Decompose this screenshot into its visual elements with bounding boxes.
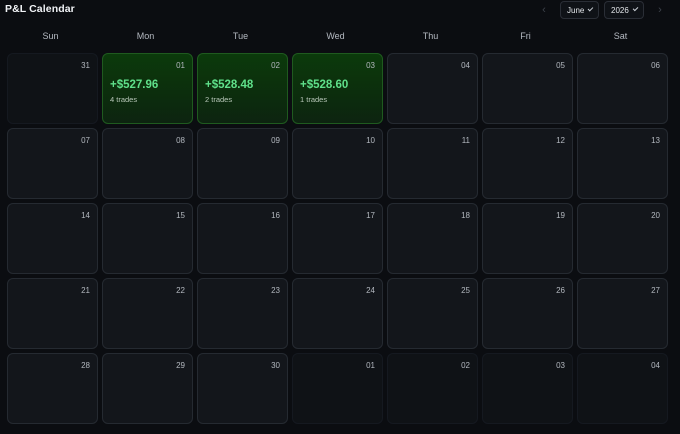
weekday-label: Fri [520,31,531,41]
calendar-day[interactable]: 04 [387,53,478,124]
calendar-day[interactable]: 18 [387,203,478,274]
calendar-day-outside-month[interactable]: 03 [482,353,573,424]
day-number: 14 [81,211,90,220]
year-select-value: 2026 [611,5,629,15]
day-number: 21 [81,286,90,295]
calendar-day[interactable]: 10 [292,128,383,199]
calendar-day[interactable]: 13 [577,128,668,199]
calendar-day[interactable]: 29 [102,353,193,424]
day-number: 16 [271,211,280,220]
day-number: 26 [556,286,565,295]
day-number: 12 [556,136,565,145]
daily-pnl-value: +$527.96 [110,79,159,91]
calendar-day[interactable]: 23 [197,278,288,349]
chevron-left-icon[interactable]: ‹ [537,3,551,17]
day-number: 25 [461,286,470,295]
calendar-day[interactable]: 11 [387,128,478,199]
day-number: 15 [176,211,185,220]
weekday-label: Sat [613,31,628,41]
day-number: 28 [81,361,90,370]
month-select-value: June [567,5,585,15]
day-number: 09 [271,136,280,145]
day-number: 01 [366,361,375,370]
day-number: 04 [651,361,660,370]
calendar-day[interactable]: 28 [7,353,98,424]
calendar-day-outside-month[interactable]: 04 [577,353,668,424]
calendar-day[interactable]: 25 [387,278,478,349]
calendar-day[interactable]: 08 [102,128,193,199]
day-number: 01 [176,61,185,70]
weekday-label: Wed [326,31,345,41]
calendar-grid: 31 01 +$527.96 4 trades 02 +$528.48 2 trades 03… [7,53,668,424]
calendar-day[interactable]: 07 [7,128,98,199]
daily-pnl-value: +$528.48 [205,79,254,91]
calendar-day[interactable]: 17 [292,203,383,274]
weekday-label: Tue [232,31,249,41]
day-number: 13 [651,136,660,145]
day-number: 29 [176,361,185,370]
calendar-day[interactable]: 12 [482,128,573,199]
day-number: 22 [176,286,185,295]
daily-pnl-value: +$528.60 [300,79,349,91]
calendar-day[interactable]: 06 [577,53,668,124]
calendar-day-outside-month[interactable]: 01 [292,353,383,424]
day-number: 19 [556,211,565,220]
day-number: 24 [366,286,375,295]
weekday-label: Mon [136,31,155,41]
pnl-calendar-app: P&L Calendar ‹ June 2026 › Sun Mon Tue Wed T… [0,0,680,434]
day-number: 06 [651,61,660,70]
day-number: 27 [651,286,660,295]
page-title: P&L Calendar [5,3,75,15]
day-number: 11 [461,136,470,145]
day-number: 10 [366,136,375,145]
calendar-day-outside-month[interactable]: 31 [7,53,98,124]
day-number: 17 [366,211,375,220]
calendar-day[interactable]: 22 [102,278,193,349]
calendar-day[interactable]: 27 [577,278,668,349]
calendar-day-outside-month[interactable]: 02 [387,353,478,424]
trade-count: 4 trades [110,95,138,104]
calendar-day[interactable]: 15 [102,203,193,274]
year-select[interactable]: 2026 [604,1,644,19]
calendar-day[interactable]: 26 [482,278,573,349]
calendar-day[interactable]: 20 [577,203,668,274]
day-number: 23 [271,286,280,295]
day-number: 03 [366,61,375,70]
chevron-right-icon[interactable]: › [653,3,667,17]
month-select[interactable]: June [560,1,599,19]
weekday-header-row: Sun Mon Tue Wed Thu Fri Sat [5,31,672,41]
trade-count: 1 trades [300,95,328,104]
chevron-down-icon [632,5,639,12]
day-number: 20 [651,211,660,220]
calendar-day[interactable]: 14 [7,203,98,274]
day-number: 31 [81,61,90,70]
trade-count: 2 trades [205,95,233,104]
calendar-day[interactable]: 19 [482,203,573,274]
calendar-header: P&L Calendar ‹ June 2026 › [0,0,680,22]
calendar-day[interactable]: 24 [292,278,383,349]
day-number: 30 [271,361,280,370]
day-number: 03 [556,361,565,370]
day-number: 08 [176,136,185,145]
calendar-day[interactable]: 03 +$528.60 1 trades [292,53,383,124]
calendar-day[interactable]: 09 [197,128,288,199]
calendar-day[interactable]: 30 [197,353,288,424]
day-number: 02 [461,361,470,370]
weekday-label: Thu [422,31,439,41]
calendar-day[interactable]: 21 [7,278,98,349]
day-number: 04 [461,61,470,70]
day-number: 05 [556,61,565,70]
day-number: 02 [271,61,280,70]
day-number: 18 [461,211,470,220]
calendar-day[interactable]: 02 +$528.48 2 trades [197,53,288,124]
weekday-label: Sun [42,31,59,41]
calendar-day[interactable]: 16 [197,203,288,274]
chevron-down-icon [587,5,594,12]
calendar-day[interactable]: 05 [482,53,573,124]
calendar-day[interactable]: 01 +$527.96 4 trades [102,53,193,124]
day-number: 07 [81,136,90,145]
